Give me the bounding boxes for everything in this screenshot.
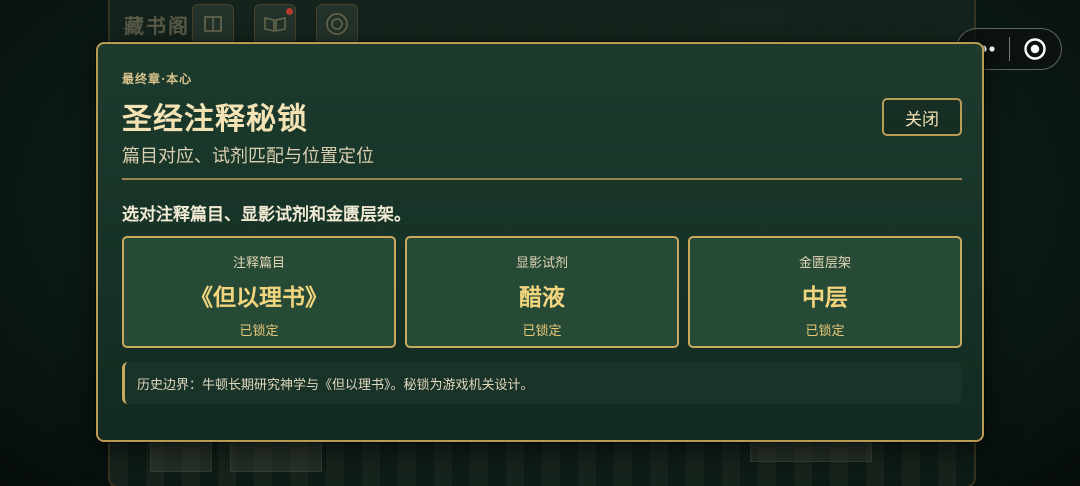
card-status: 已锁定 [805,324,845,339]
background-compass-icon [316,4,358,44]
card-label: 金匮层架 [798,256,851,271]
instruction-text: 选对注释篇目、显影试剂和金匮层架。 [122,205,411,225]
card-label: 显影试剂 [515,256,568,271]
background-app-title: 藏书阁 [124,14,190,38]
close-button[interactable]: 关闭 [882,98,962,136]
selection-cards: 注释篇目 《但以理书》 已锁定 显影试剂 醋液 已锁定 金匮层架 中层 已锁定 [122,236,962,348]
screen: 藏书阁 最终章·本心 圣经注释秘锁 篇目对应、试剂匹配与位置定位 关闭 选对注释… [0,0,1080,486]
card-status: 已锁定 [239,324,279,339]
background-book-icon [192,4,234,44]
card-status: 已锁定 [522,324,562,339]
lock-dialog: 最终章·本心 圣经注释秘锁 篇目对应、试剂匹配与位置定位 关闭 选对注释篇目、显… [96,42,984,442]
card-chapter[interactable]: 注释篇目 《但以理书》 已锁定 [122,236,396,348]
card-value: 醋液 [519,284,565,311]
card-shelf[interactable]: 金匮层架 中层 已锁定 [688,236,962,348]
history-note: 历史边界：牛顿长期研究神学与《但以理书》。秘锁为游戏机关设计。 [122,362,962,404]
card-label: 注释篇目 [232,256,285,271]
target-circle-icon[interactable] [1009,29,1061,69]
header-divider [122,178,962,180]
card-value: 《但以理书》 [190,284,328,311]
background-top-bar [110,0,970,45]
card-reagent[interactable]: 显影试剂 醋液 已锁定 [405,236,679,348]
dialog-title: 圣经注释秘锁 [122,102,308,137]
chapter-eyebrow: 最终章·本心 [122,72,193,86]
background-notification-dot [286,8,293,15]
dialog-subtitle: 篇目对应、试剂匹配与位置定位 [122,146,374,167]
card-value: 中层 [802,284,848,311]
